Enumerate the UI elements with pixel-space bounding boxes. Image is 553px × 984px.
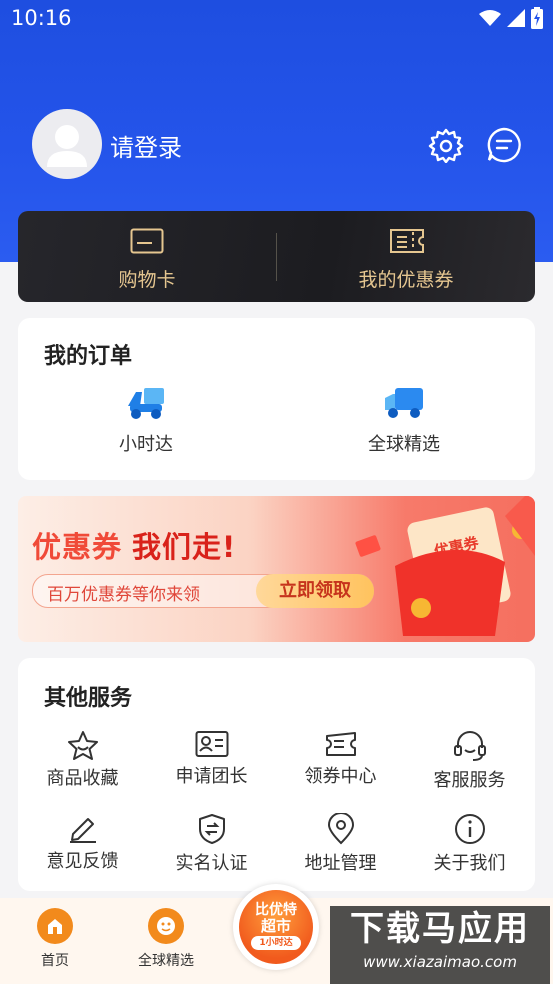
location-pin-icon <box>327 813 354 845</box>
nav-global[interactable]: 全球精选 <box>121 908 211 970</box>
headset-icon <box>453 731 486 761</box>
id-card-icon <box>195 731 228 757</box>
gear-icon <box>428 128 464 164</box>
shopping-card-button[interactable]: 购物卡 <box>18 211 276 302</box>
red-envelope-illustration: 优惠券 <box>355 496 535 636</box>
settings-button[interactable] <box>428 127 464 164</box>
battery-icon <box>531 7 543 29</box>
order-item-hourly[interactable]: 小时达 <box>46 386 246 456</box>
service-address[interactable]: 地址管理 <box>276 813 405 875</box>
nav-home-label: 首页 <box>41 953 69 969</box>
banner-subtitle: 百万优惠券等你来领 <box>47 585 200 605</box>
order-item-label: 全球精选 <box>368 434 440 455</box>
badge-line3: 1小时达 <box>251 936 301 950</box>
service-label: 意见反馈 <box>46 851 119 872</box>
info-icon <box>454 814 485 844</box>
orders-title: 我的订单 <box>44 344 133 369</box>
watermark: 下载马应用 www.xiazaimao.com <box>330 906 550 984</box>
global-icon <box>148 908 184 944</box>
nav-home[interactable]: 首页 <box>10 908 100 970</box>
badge-line2: 超市 <box>260 917 291 935</box>
orders-panel: 我的订单 小时达 全球精选 <box>18 318 535 480</box>
supermarket-button[interactable]: 比优特 超市 1小时达 <box>233 884 319 970</box>
my-coupons-label: 我的优惠券 <box>358 269 454 291</box>
services-title: 其他服务 <box>44 686 133 711</box>
service-label: 领券中心 <box>304 766 377 787</box>
order-item-global[interactable]: 全球精选 <box>304 386 504 456</box>
service-coupon-center[interactable]: 领券中心 <box>276 730 405 788</box>
coupon-banner[interactable]: 优惠券 我们走! 百万优惠券等你来领 立即领取 优惠券 <box>18 496 535 642</box>
pencil-icon <box>69 818 96 843</box>
supermarket-badge: 比优特 超市 1小时达 <box>239 890 313 964</box>
service-label: 地址管理 <box>304 853 377 874</box>
other-services-panel: 其他服务 商品收藏 申请团长 领券中心 客服服务 意见反馈 实名认证 地址管理 … <box>18 658 535 891</box>
star-icon <box>67 731 98 760</box>
signal-icon <box>507 9 525 27</box>
truck-icon <box>385 388 423 418</box>
login-link[interactable]: 请登录 <box>110 128 182 163</box>
badge-line1: 比优特 <box>255 902 297 918</box>
scooter-icon <box>128 388 164 419</box>
service-real-name[interactable]: 实名认证 <box>147 813 276 875</box>
coupon-icon <box>390 229 424 253</box>
status-icons <box>479 7 543 29</box>
shield-icon <box>198 814 225 844</box>
shopping-card-label: 购物卡 <box>118 269 176 291</box>
wifi-icon <box>479 10 501 26</box>
service-label: 商品收藏 <box>46 768 119 789</box>
message-icon <box>487 127 521 163</box>
status-time: 10:16 <box>11 6 72 30</box>
card-icon <box>130 228 164 254</box>
home-icon <box>37 908 73 944</box>
status-bar: 10:16 <box>0 0 553 40</box>
messages-button[interactable] <box>486 127 522 163</box>
service-customer-service[interactable]: 客服服务 <box>405 730 534 792</box>
nav-global-label: 全球精选 <box>138 953 194 969</box>
banner-headline-part1: 优惠券 <box>32 530 123 564</box>
card-strip: 购物卡 我的优惠券 <box>18 211 535 302</box>
banner-headline: 优惠券 我们走! <box>32 524 236 566</box>
watermark-title: 下载马应用 <box>350 909 530 949</box>
service-feedback[interactable]: 意见反馈 <box>18 813 147 873</box>
avatar[interactable] <box>32 109 102 179</box>
banner-headline-part2: 我们走! <box>132 530 237 564</box>
user-placeholder-icon <box>47 125 87 167</box>
service-label: 客服服务 <box>433 770 506 791</box>
my-coupons-button[interactable]: 我的优惠券 <box>277 211 535 302</box>
service-apply-leader[interactable]: 申请团长 <box>147 730 276 788</box>
service-label: 关于我们 <box>433 853 506 874</box>
banner-pill: 百万优惠券等你来领 立即领取 <box>32 574 374 608</box>
service-favorites[interactable]: 商品收藏 <box>18 730 147 790</box>
service-label: 申请团长 <box>175 766 248 787</box>
service-label: 实名认证 <box>175 853 248 874</box>
ticket-icon <box>325 732 356 756</box>
service-about[interactable]: 关于我们 <box>405 813 534 875</box>
order-item-label: 小时达 <box>119 434 173 455</box>
watermark-url: www.xiazaimao.com <box>363 953 517 971</box>
